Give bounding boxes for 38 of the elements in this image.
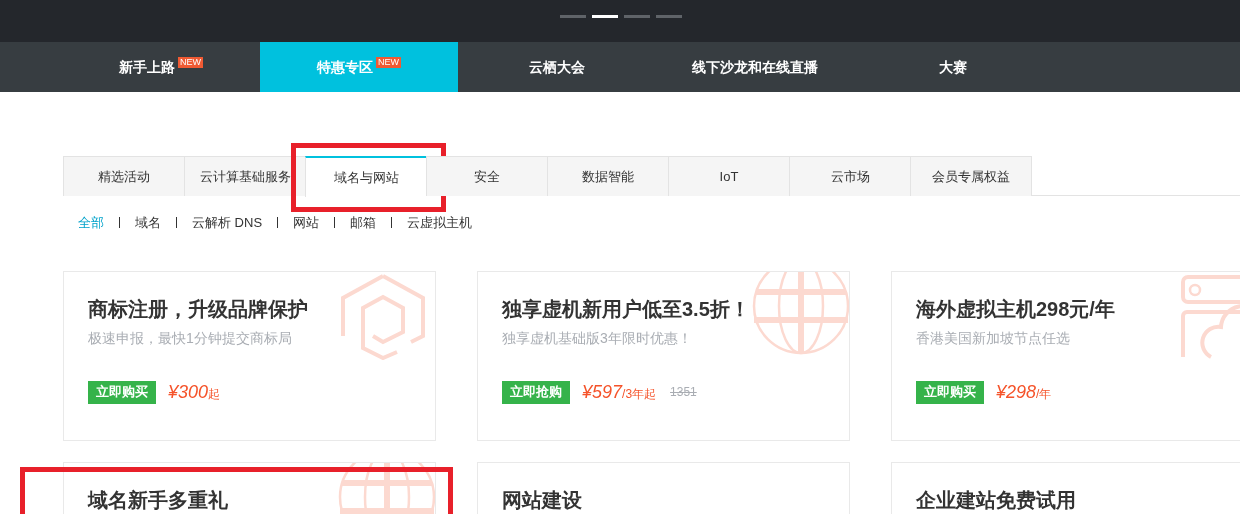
nav-item[interactable]: 大赛 (854, 42, 1052, 92)
new-badge: NEW (178, 56, 203, 68)
category-tab[interactable]: 精选活动 (63, 156, 184, 196)
filter-link[interactable]: 网站 (293, 213, 320, 233)
category-tab[interactable]: 安全 (426, 156, 547, 196)
card-subtitle: 极速申报，最快1分钟提交商标局 (88, 328, 293, 348)
card-title: 企业建站免费试用 (916, 487, 1076, 513)
category-tab[interactable]: 云市场 (789, 156, 910, 196)
filter-link[interactable]: 邮箱 (350, 213, 377, 233)
nav-item[interactable]: 线下沙龙和在线直播 (656, 42, 854, 92)
card-title: 域名新手多重礼 (88, 487, 228, 513)
price: ¥597/3年起 (582, 380, 657, 404)
filter-link[interactable]: 域名 (135, 213, 161, 233)
nav-item[interactable]: 新手上路 NEW (62, 42, 260, 92)
nav-item[interactable]: 云栖大会 (458, 42, 656, 92)
card-subtitle: 香港美国新加坡节点任选 (916, 328, 1071, 348)
category-tab[interactable]: 数据智能 (547, 156, 668, 196)
card-title: 独享虚机新用户低至3.5折！ (502, 296, 750, 322)
new-badge: NEW (376, 56, 401, 68)
filter-link[interactable]: 云虚拟主机 (407, 213, 473, 233)
category-tab[interactable]: 云计算基础服务 (184, 156, 305, 196)
category-tab[interactable]: 会员专属权益 (910, 156, 1031, 196)
card-title: 网站建设 (502, 487, 582, 513)
price: ¥300起 (168, 380, 221, 404)
card-title: 海外虚拟主机298元/年 (916, 296, 1115, 322)
price: ¥298/年 (996, 380, 1052, 404)
promo-card[interactable]: 企业建站免费试用 (891, 461, 1240, 514)
card-subtitle: 独享虚机基础版3年限时优惠！ (502, 328, 693, 348)
promo-card[interactable]: 海外虚拟主机298元/年 香港美国新加坡节点任选 立即购买 ¥298/年 (891, 270, 1240, 441)
category-tab[interactable]: 域名与网站 (305, 156, 426, 197)
old-price: 1351 (670, 384, 697, 401)
promo-card[interactable]: 网站建设 (477, 461, 850, 514)
card-title: 商标注册，升级品牌保护 (88, 296, 308, 322)
promo-card[interactable]: 独享虚机新用户低至3.5折！ 独享虚机基础版3年限时优惠！ 立即抢购 ¥597/3年起 1351 (477, 270, 850, 441)
category-tab[interactable]: IoT (668, 156, 789, 196)
promo-card[interactable]: 商标注册，升级品牌保护 极速申报，最快1分钟提交商标局 立即购买 ¥300起 (63, 270, 436, 441)
filter-link[interactable]: 云解析 DNS (192, 213, 263, 233)
globe-icon (751, 271, 849, 356)
